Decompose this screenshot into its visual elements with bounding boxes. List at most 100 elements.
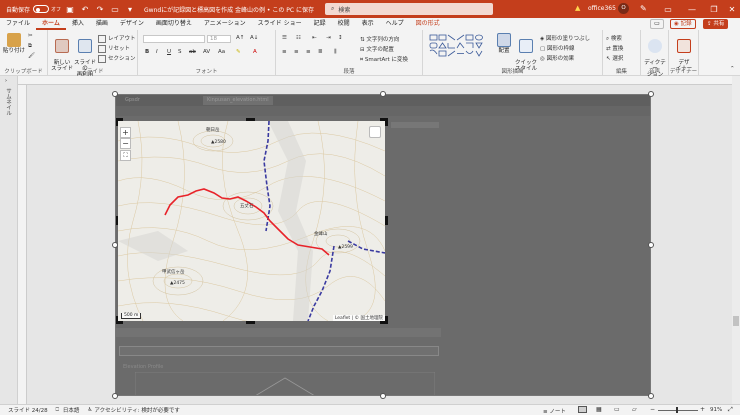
expand-panel-icon[interactable]: › xyxy=(5,78,7,84)
numbering-icon[interactable]: ☷ xyxy=(296,35,301,41)
avatar[interactable]: O xyxy=(618,3,629,14)
spacing-icon[interactable]: AV xyxy=(203,49,210,55)
arrange-button[interactable]: 配置 xyxy=(493,33,515,54)
shape-effects-button[interactable]: ◎ 図形の効果 xyxy=(540,54,574,62)
paste-icon xyxy=(7,33,21,47)
highlight-icon[interactable]: ✎ xyxy=(236,49,241,55)
fit-to-window-icon[interactable]: ⤢ xyxy=(728,406,733,414)
zoom-slider-thumb[interactable] xyxy=(676,407,678,413)
undo-icon[interactable]: ↶ xyxy=(79,3,91,15)
shadow-icon[interactable]: S xyxy=(178,49,182,55)
tab-animations[interactable]: アニメーション xyxy=(198,18,252,30)
customize-quick-access-icon[interactable]: ▾ xyxy=(124,3,136,15)
zoom-slider[interactable] xyxy=(658,410,698,411)
text-direction-button[interactable]: ⇅ 文字列の方向 xyxy=(360,35,399,43)
underline-icon[interactable]: U xyxy=(167,49,171,55)
tab-draw[interactable]: 描画 xyxy=(90,18,114,30)
justify-icon[interactable]: ≣ xyxy=(318,49,323,55)
normal-view-icon[interactable] xyxy=(578,406,587,413)
search-icon: ⌕ xyxy=(331,5,335,12)
save-icon[interactable]: ▣ xyxy=(64,3,76,15)
ribbon-display-icon[interactable]: ▭ xyxy=(656,0,680,18)
slide-sorter-icon[interactable]: ▦ xyxy=(596,406,602,413)
tab-help[interactable]: ヘルプ xyxy=(380,18,410,30)
reading-view-icon[interactable]: ▭ xyxy=(614,406,620,413)
shapes-gallery[interactable] xyxy=(429,34,491,60)
shape-fill-button[interactable]: ◈ 図形の塗りつぶし xyxy=(540,34,590,42)
strikethrough-icon[interactable]: ab xyxy=(189,49,196,55)
document-title[interactable]: Gwndにが記録図と標高図を作成 金峰山の例 • この PC に保存済み xyxy=(144,5,314,14)
smartart-button[interactable]: ⌗ SmartArt に変換 xyxy=(360,55,408,64)
font-size-combo[interactable]: 18 xyxy=(207,35,231,43)
section-button[interactable]: セクション xyxy=(98,54,136,63)
close-icon[interactable]: ✕ xyxy=(720,0,740,18)
minimize-icon[interactable]: — xyxy=(680,0,704,18)
tab-design[interactable]: デザイン xyxy=(114,18,150,30)
font-color-icon[interactable]: A xyxy=(253,49,257,55)
change-case-icon[interactable]: Aa xyxy=(218,49,225,55)
align-text-button[interactable]: ⊟ 文字の配置 xyxy=(360,45,394,53)
resize-handle[interactable] xyxy=(380,393,386,399)
collapse-ribbon-icon[interactable]: ⌃ xyxy=(730,66,735,72)
bold-icon[interactable]: B xyxy=(145,49,149,55)
zoom-level[interactable]: 91% xyxy=(710,407,722,413)
tab-home[interactable]: ホーム xyxy=(36,18,66,30)
record-button[interactable]: ◉ 記録 xyxy=(670,19,696,29)
resize-handle[interactable] xyxy=(112,393,118,399)
autosave-toggle[interactable] xyxy=(33,5,50,13)
language-indicator[interactable]: 日本語 xyxy=(63,406,80,414)
layout-button[interactable]: レイアウト xyxy=(98,34,136,43)
notes-button[interactable]: ≡ ノート xyxy=(543,407,566,415)
align-center-icon[interactable]: ≡ xyxy=(294,49,299,55)
tab-file[interactable]: ファイル xyxy=(0,18,36,30)
resize-handle[interactable] xyxy=(648,91,654,97)
zoom-out-icon[interactable]: − xyxy=(650,406,655,413)
tab-slideshow[interactable]: スライド ショー xyxy=(252,18,308,30)
tab-picture-format[interactable]: 図の形式 xyxy=(410,18,446,30)
indent-icon[interactable]: ⇤ xyxy=(312,35,317,41)
replace-button[interactable]: ⇄ 置換 xyxy=(606,44,623,52)
resize-handle[interactable] xyxy=(648,242,654,248)
share-button[interactable]: ⇪ 共有 xyxy=(703,19,729,29)
columns-icon[interactable]: ⫼ xyxy=(334,49,337,56)
italic-icon[interactable]: I xyxy=(156,49,158,55)
line-spacing-icon[interactable]: ↕ xyxy=(338,35,343,41)
resize-handle[interactable] xyxy=(112,242,118,248)
resize-handle[interactable] xyxy=(648,393,654,399)
align-left-icon[interactable]: ≡ xyxy=(282,49,287,55)
shape-outline-button[interactable]: ▢ 図形の枠線 xyxy=(540,44,574,52)
cut-icon[interactable]: ✂ xyxy=(28,33,33,39)
reset-button[interactable]: リセット xyxy=(98,44,130,53)
resize-handle[interactable] xyxy=(112,91,118,97)
vertical-scrollbar[interactable] xyxy=(732,76,740,404)
tab-transitions[interactable]: 画面切り替え xyxy=(150,18,198,30)
tab-review[interactable]: 校閲 xyxy=(332,18,356,30)
redo-icon[interactable]: ↷ xyxy=(94,3,106,15)
tab-insert[interactable]: 挿入 xyxy=(66,18,90,30)
thumbnail-panel[interactable]: › サムネイル xyxy=(0,76,18,404)
accessibility-status[interactable]: アクセシビリティ: 検討が必要です xyxy=(94,406,180,414)
resize-handle[interactable] xyxy=(380,91,386,97)
pen-icon[interactable]: ✎ xyxy=(640,4,647,13)
outdent-icon[interactable]: ⇥ xyxy=(326,35,331,41)
present-icon[interactable]: ▭ xyxy=(109,3,121,15)
slideshow-icon[interactable]: ▱ xyxy=(632,406,637,413)
grow-font-icon[interactable]: A↑ xyxy=(236,35,244,41)
tab-record[interactable]: 記録 xyxy=(308,18,332,30)
bullets-icon[interactable]: ☰ xyxy=(282,35,287,41)
account-name[interactable]: office365 xyxy=(588,5,616,12)
zoom-in-icon[interactable]: + xyxy=(700,406,705,413)
align-right-icon[interactable]: ≡ xyxy=(306,49,311,55)
paste-button[interactable]: 貼り付け xyxy=(3,33,25,54)
select-button[interactable]: ↖ 選択 xyxy=(606,54,623,62)
tab-view[interactable]: 表示 xyxy=(356,18,380,30)
spelling-icon[interactable]: ⎕ xyxy=(56,407,59,414)
copy-icon[interactable]: ⧉ xyxy=(28,43,32,50)
comments-button[interactable]: ▭ xyxy=(650,19,664,29)
find-button[interactable]: ⌕ 検索 xyxy=(606,34,622,43)
scrollbar-thumb[interactable] xyxy=(733,316,739,326)
format-painter-icon[interactable]: 🖌 xyxy=(28,53,35,59)
font-name-combo[interactable] xyxy=(143,35,205,43)
search-box[interactable]: ⌕ 検索 xyxy=(325,3,493,15)
shrink-font-icon[interactable]: A↓ xyxy=(250,35,258,41)
